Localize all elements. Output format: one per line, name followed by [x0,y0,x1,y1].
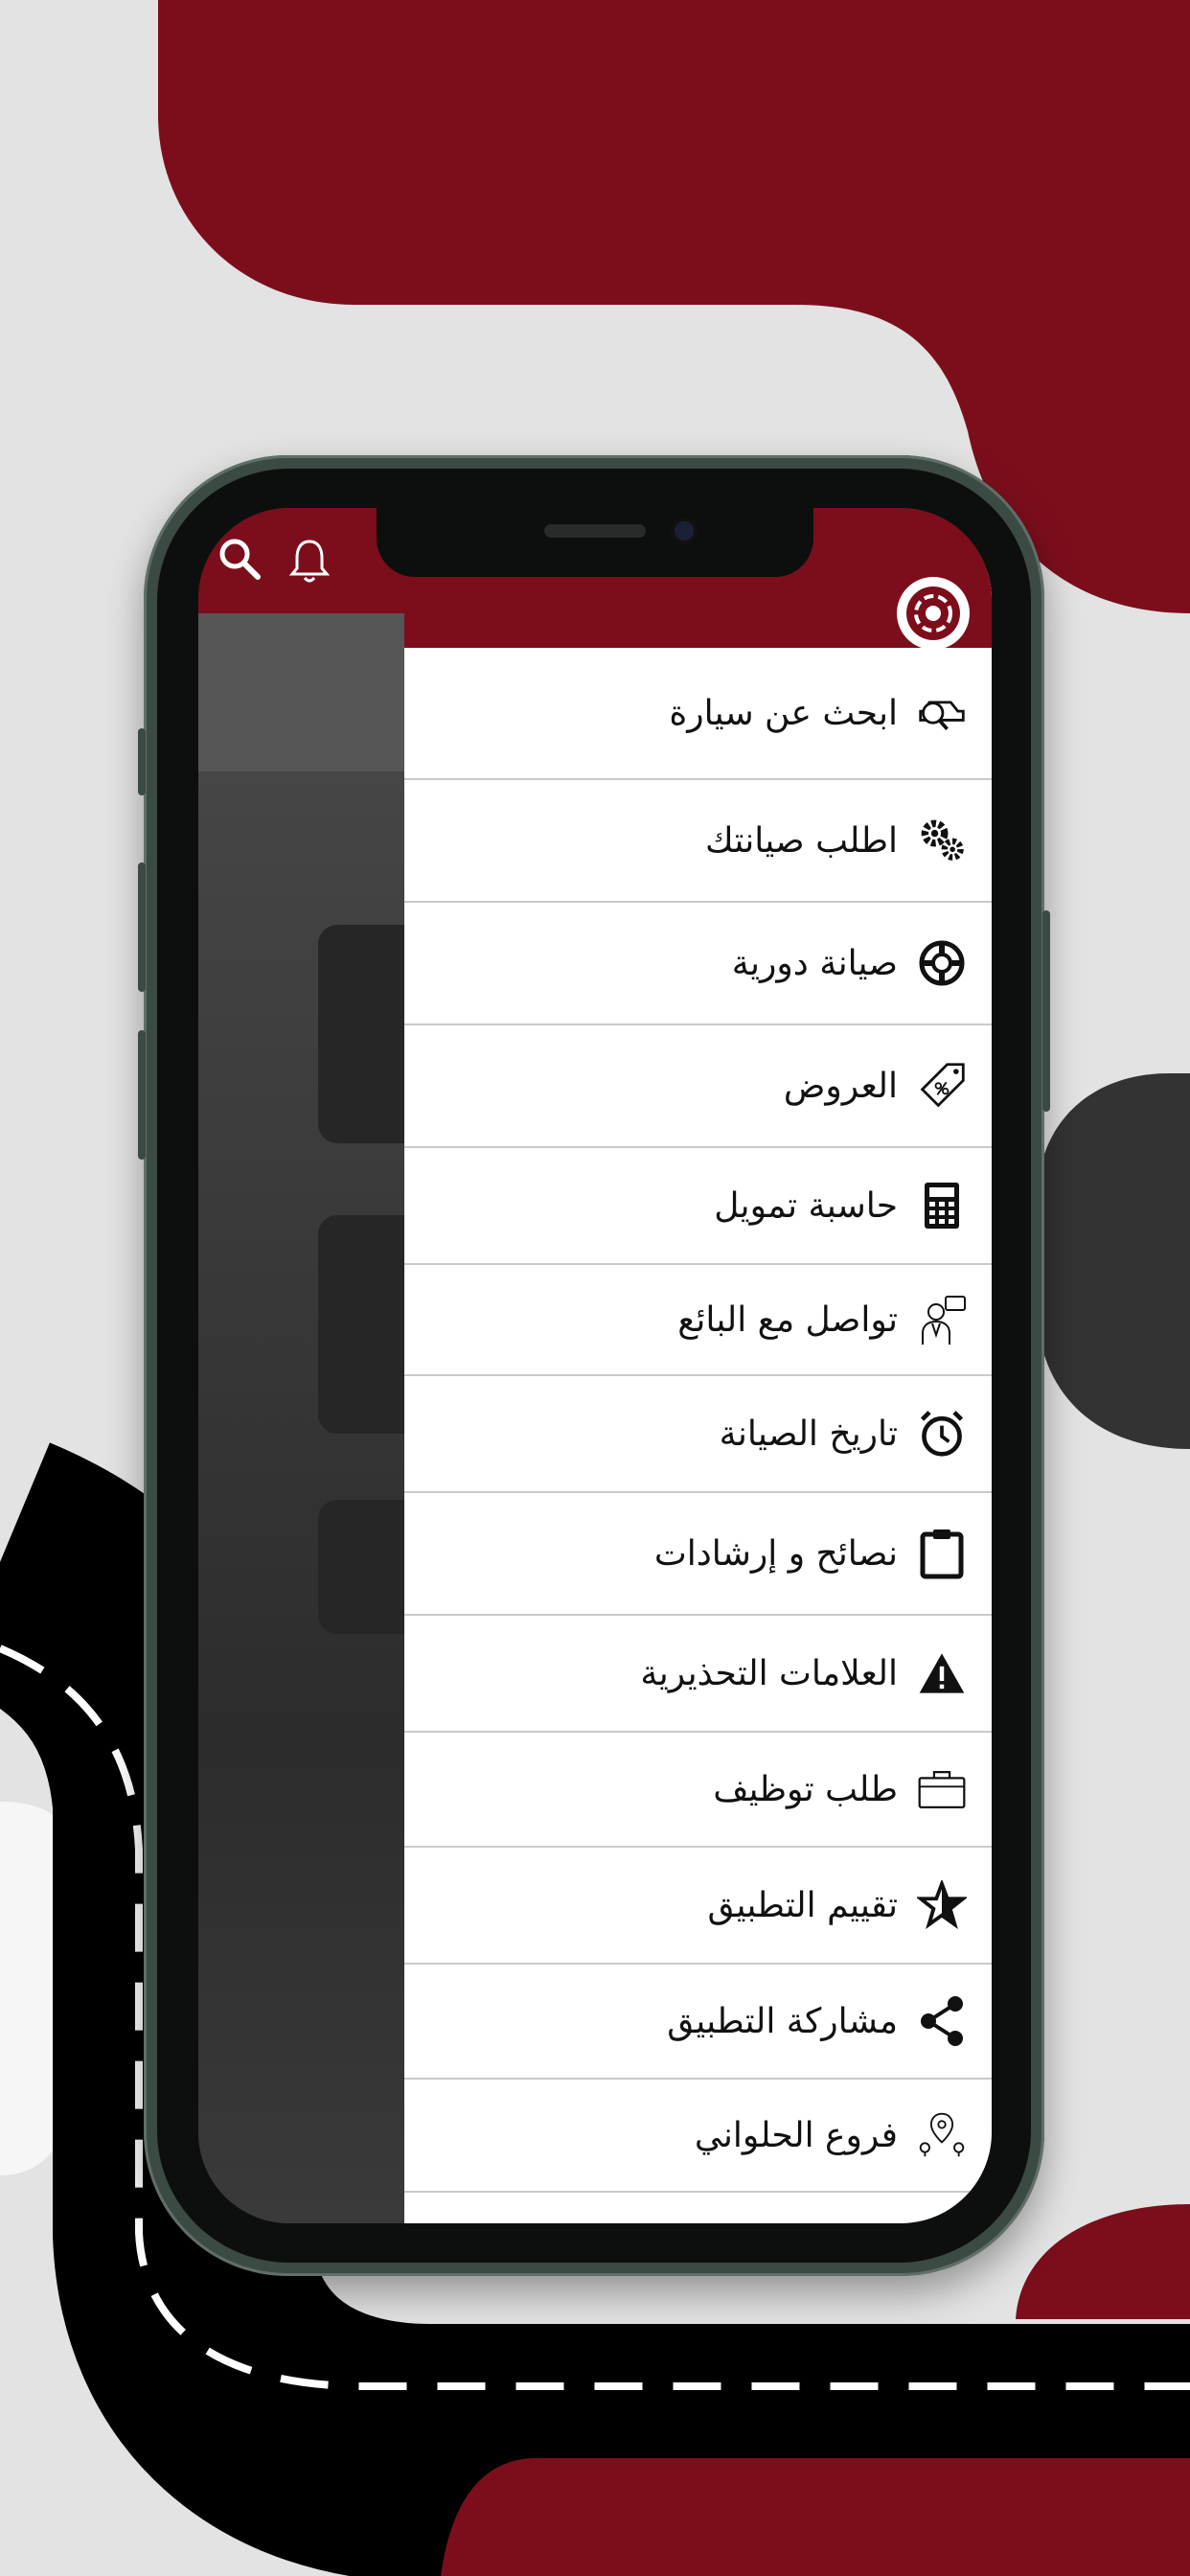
phone-notch [377,508,813,577]
menu-item-finance-calculator[interactable]: حاسبة تمويل [404,1148,992,1265]
drawer-menu: ابحث عن سيارة اطلب صيانتك صيانة دورية ال… [404,648,992,2193]
menu-item-job-application[interactable]: طلب توظيف [404,1733,992,1848]
star-icon [917,1880,967,1930]
menu-item-search-car[interactable]: ابحث عن سيارة [404,648,992,780]
menu-item-label: مشاركة التطبيق [667,2001,898,2041]
brand-logo-icon[interactable] [897,577,970,650]
bottom-red-blob [1016,2204,1190,2319]
menu-item-label: فروع الحلواني [694,2115,898,2155]
menu-item-share-app[interactable]: مشاركة التطبيق [404,1965,992,2080]
phone-speaker [544,524,646,538]
menu-item-maintenance-history[interactable]: تاريخ الصيانة [404,1376,992,1493]
menu-item-periodic-maintenance[interactable]: صيانة دورية [404,903,992,1025]
navigation-drawer: ابحث عن سيارة اطلب صيانتك صيانة دورية ال… [404,571,992,2223]
menu-item-label: صيانة دورية [731,943,898,983]
bell-icon[interactable] [288,537,331,588]
mute-switch [138,728,146,795]
bottom-red-bar [441,2458,1190,2576]
volume-down-button [138,1030,146,1160]
menu-item-label: ابحث عن سيارة [669,693,898,733]
menu-item-warning-signs[interactable]: العلامات التحذيرية [404,1616,992,1733]
warning-icon [917,1648,967,1698]
menu-item-contact-seller[interactable]: تواصل مع البائع [404,1265,992,1376]
lifebuoy-icon [917,938,967,988]
share-icon [917,1996,967,2046]
drawer-header [404,571,992,650]
car-search-icon [917,688,967,738]
seller-chat-icon [917,1295,967,1345]
menu-item-label: تواصل مع البائع [677,1300,898,1340]
menu-item-label: تاريخ الصيانة [719,1414,898,1454]
menu-item-label: طلب توظيف [713,1769,898,1809]
volume-up-button [138,862,146,992]
right-dark-block [1037,1073,1190,1449]
gears-icon [917,816,967,865]
menu-item-label: حاسبة تمويل [714,1185,898,1226]
menu-item-request-maintenance[interactable]: اطلب صيانتك [404,780,992,903]
power-button [1042,910,1050,1112]
alarm-clock-icon [917,1409,967,1459]
menu-item-rate-app[interactable]: تقييم التطبيق [404,1848,992,1965]
map-pins-icon [917,2110,967,2160]
app-screen: ة ض س ابحث عن سيارة اطلب صيانتك [198,508,992,2223]
menu-item-label: اطلب صيانتك [705,820,898,861]
search-icon[interactable] [217,537,262,588]
menu-item-label: تقييم التطبيق [707,1885,898,1925]
menu-item-label: نصائح و إرشادات [653,1533,898,1574]
calculator-icon [917,1181,967,1230]
clipboard-icon [917,1529,967,1579]
briefcase-icon [917,1764,967,1814]
menu-item-label: العلامات التحذيرية [640,1653,898,1693]
menu-item-branches[interactable]: فروع الحلواني [404,2080,992,2193]
menu-item-label: العروض [783,1066,898,1106]
price-tag-icon [917,1061,967,1111]
front-camera [675,521,694,540]
menu-item-tips[interactable]: نصائح و إرشادات [404,1493,992,1616]
menu-item-offers[interactable]: العروض [404,1025,992,1148]
